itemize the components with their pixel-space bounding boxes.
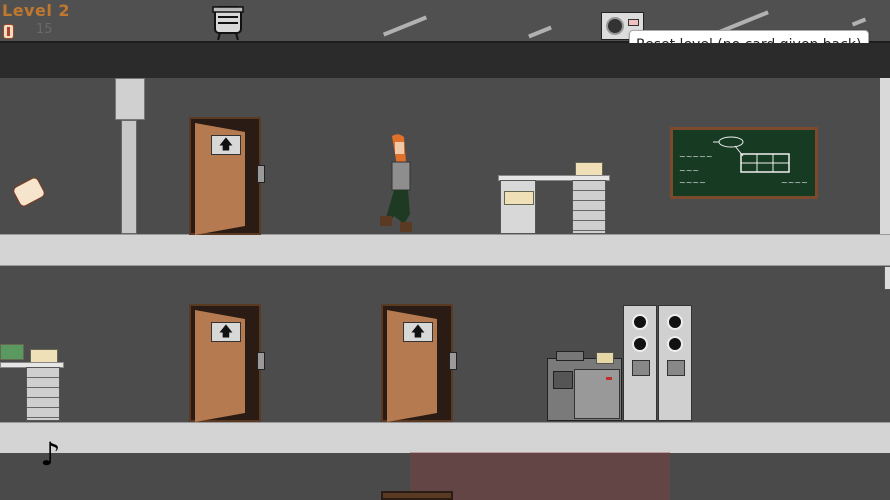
- ceiling-pipe: [115, 78, 145, 234]
- green-book[interactable]: [0, 344, 24, 360]
- console-vent: [553, 371, 573, 389]
- vent: [667, 360, 685, 376]
- paper-stack[interactable]: [30, 349, 58, 363]
- keycard-icon: [3, 24, 14, 39]
- computer-console[interactable]: [547, 358, 622, 421]
- door-floor1[interactable]: 🡅: [189, 117, 265, 235]
- fan-reset-icon: [606, 17, 624, 35]
- music-note-icon[interactable]: ♪: [40, 438, 60, 470]
- desk-cabinet-open: [500, 180, 536, 234]
- level-label: Level 2: [2, 1, 71, 20]
- door-floor2-left[interactable]: 🡅: [189, 304, 265, 422]
- ceiling-band: [0, 43, 890, 78]
- file-folders: [504, 191, 534, 205]
- tape-reel: [632, 314, 648, 330]
- door-handle: [257, 352, 265, 370]
- pipe-tube: [121, 120, 137, 234]
- door-floor2-right[interactable]: 🡅: [381, 304, 457, 422]
- vent: [632, 360, 650, 376]
- card-count: 15: [36, 22, 53, 37]
- board-note: ~~~: [679, 166, 700, 175]
- chalkboard: ~~~~~ ~~~ ~~~~ ~~~~: [670, 127, 818, 199]
- door-floor3-top[interactable]: [381, 491, 453, 500]
- door-handle: [257, 165, 265, 183]
- tape-reel: [667, 314, 683, 330]
- paper-stack[interactable]: [575, 162, 603, 176]
- tape-machine-left[interactable]: [623, 305, 657, 421]
- console-panel: [574, 369, 620, 419]
- desk-drawers: [572, 180, 606, 234]
- tape-reel: [667, 336, 683, 352]
- door-handle: [449, 352, 457, 370]
- up-arrow-icon: 🡅: [211, 322, 241, 342]
- tape-machine-right[interactable]: [658, 305, 692, 421]
- stove-pot-prop[interactable]: [212, 3, 244, 41]
- up-arrow-icon: 🡅: [403, 322, 433, 342]
- console-light: [606, 377, 612, 380]
- reset-slot: [628, 19, 639, 26]
- desk-drawers: [26, 367, 60, 421]
- board-note: ~~~~: [781, 178, 808, 187]
- pipe-cap: [115, 78, 145, 120]
- cup-icon[interactable]: [596, 352, 614, 364]
- wall-switch[interactable]: [884, 266, 890, 290]
- up-arrow-icon: 🡅: [211, 135, 241, 155]
- player-character[interactable]: [374, 132, 422, 236]
- console-top-panel: [556, 351, 584, 361]
- floor-slab-2: [0, 422, 890, 454]
- floor-slab-1: [0, 234, 890, 266]
- board-note: ~~~~~: [679, 152, 713, 161]
- board-note: ~~~~: [679, 178, 706, 187]
- tape-reel: [632, 336, 648, 352]
